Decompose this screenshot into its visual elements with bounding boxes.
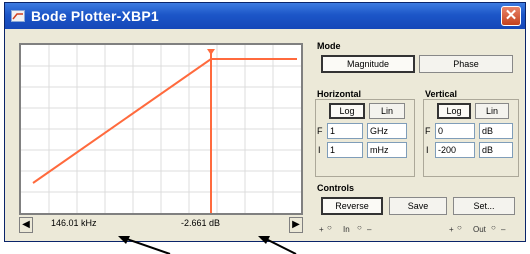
- annotation-arrow-magnitude: [263, 237, 297, 254]
- annotation-arrows: [118, 236, 297, 254]
- annotation-arrow-frequency: [123, 237, 171, 254]
